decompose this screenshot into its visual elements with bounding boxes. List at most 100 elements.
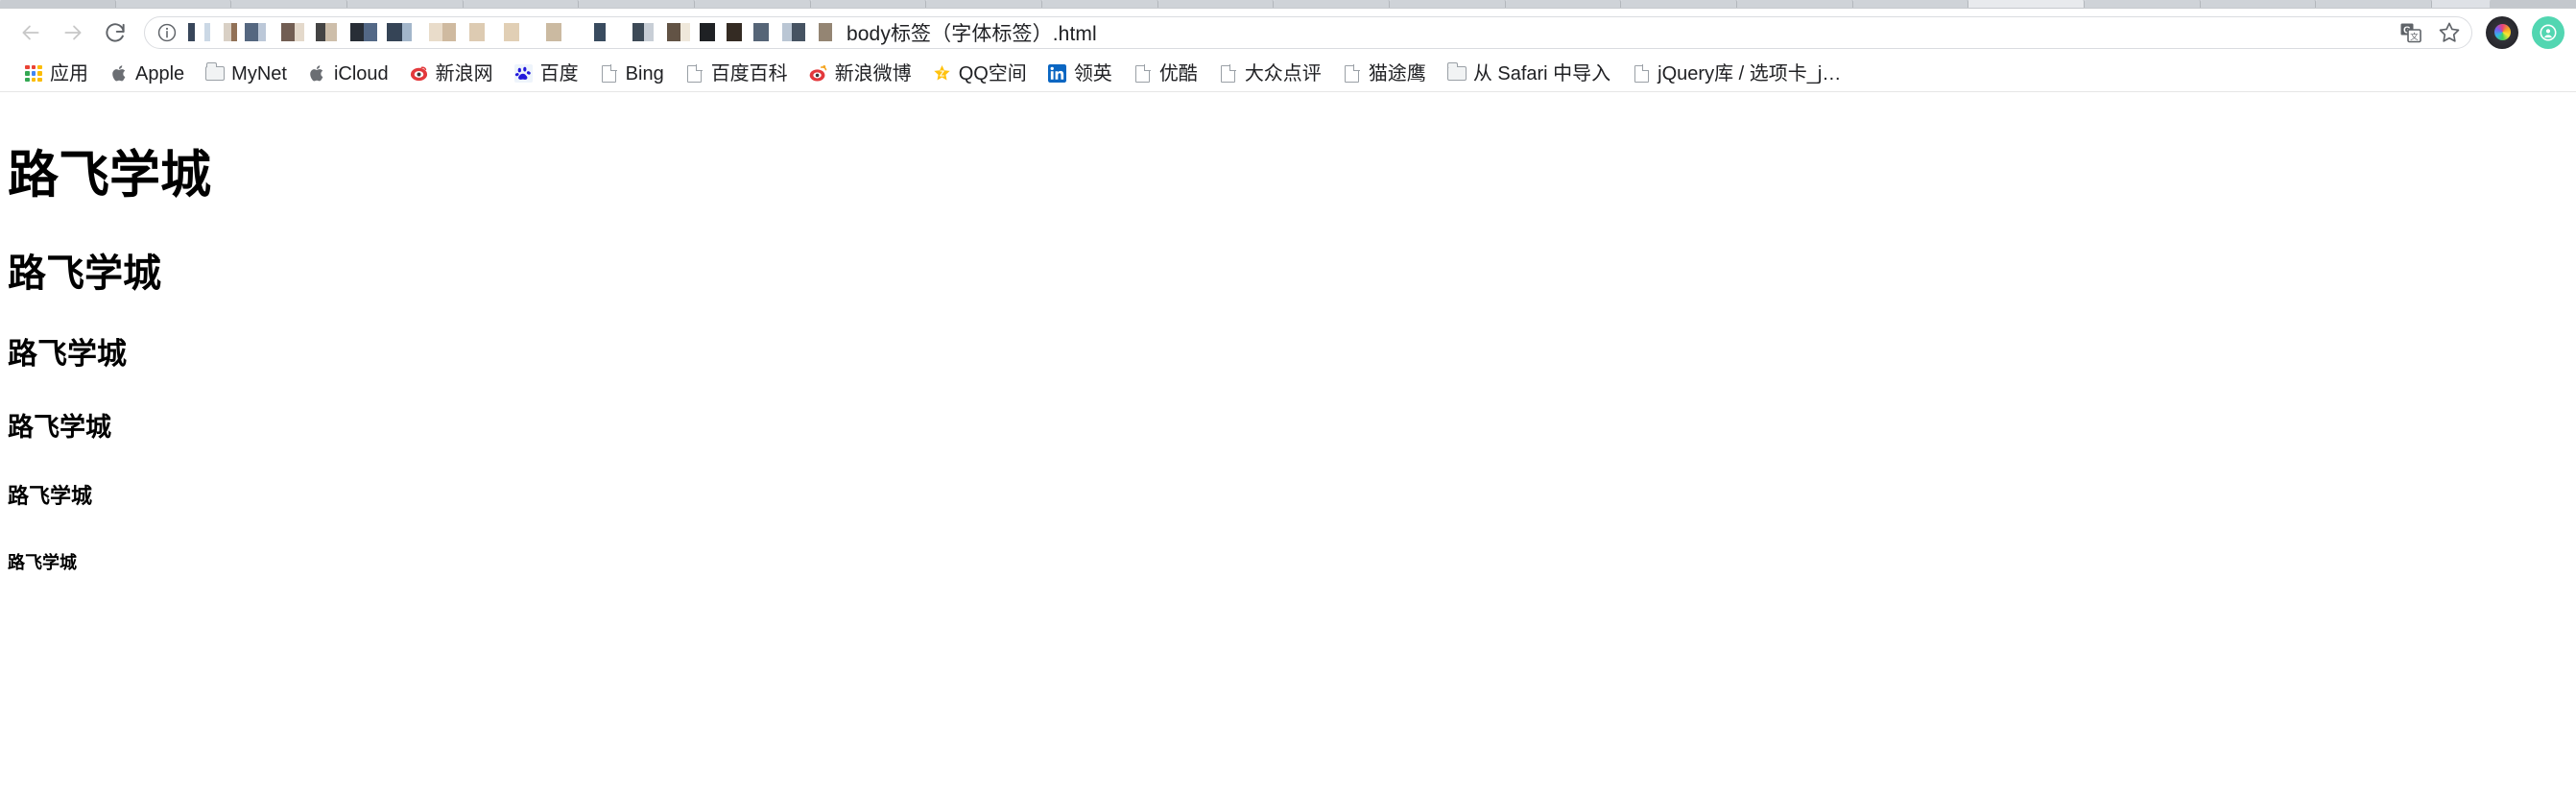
extension-area [2482, 15, 2564, 49]
bookmark-jquery[interactable]: jQuery库 / 选项卡_j… [1621, 60, 1851, 88]
bookmark-star-icon[interactable] [2435, 18, 2464, 47]
url-redacted-segment [181, 23, 844, 41]
bookmark-sina[interactable]: 新浪网 [399, 60, 504, 88]
reload-icon [106, 22, 125, 42]
bookmark-icloud[interactable]: iCloud [298, 60, 399, 88]
bookmark-folder-safari-import[interactable]: 从 Safari 中导入 [1437, 60, 1621, 88]
bookmark-apple[interactable]: Apple [99, 60, 195, 88]
arrow-left-icon [22, 25, 39, 39]
browser-tab[interactable] [0, 0, 116, 8]
bookmark-baike[interactable]: 百度百科 [675, 60, 799, 88]
bookmark-label: 猫途鹰 [1368, 62, 1426, 84]
linkedin-icon [1048, 64, 1067, 84]
bookmark-label: 百度百科 [710, 62, 788, 84]
bookmark-mynet[interactable]: MyNet [195, 60, 298, 88]
browser-tab[interactable] [695, 0, 811, 8]
lens-ring [2493, 24, 2511, 40]
url-visible-segment: body标签（字体标签）.html [847, 22, 1097, 45]
browser-tab[interactable] [926, 0, 1043, 8]
bookmark-label: jQuery库 / 选项卡_j… [1658, 62, 1842, 84]
bookmark-label: 应用 [50, 62, 88, 84]
browser-tab[interactable] [347, 0, 464, 8]
browser-tab[interactable] [1157, 0, 1275, 8]
bookmark-label: 百度 [539, 62, 579, 84]
heading-h3: 路飞学城 [8, 337, 127, 371]
baidu-icon [514, 64, 534, 84]
browser-tab[interactable] [1621, 0, 1738, 8]
svg-text:Z: Z [940, 69, 944, 78]
lens-extension-icon[interactable] [2486, 15, 2518, 49]
reload-button[interactable] [94, 12, 136, 54]
browser-tab-active[interactable] [1968, 0, 2086, 8]
bookmarks-bar: 应用 Apple MyNet iCloud 新浪网 百度 Bing 百度百科 新… [0, 56, 2576, 92]
tab-strip-tail [2490, 0, 2576, 8]
back-button[interactable] [10, 12, 52, 54]
bookmark-label: iCloud [333, 62, 389, 84]
page-icon [1133, 63, 1153, 84]
site-info-icon[interactable] [155, 20, 179, 45]
apps-grid-icon [24, 64, 43, 84]
page-icon [1219, 63, 1238, 84]
bookmark-youku[interactable]: 优酷 [1123, 60, 1208, 88]
browser-tab[interactable] [1852, 0, 1969, 8]
heading-h1: 路飞学城 [8, 147, 211, 204]
forward-button[interactable] [52, 12, 94, 54]
page-viewport: 路飞学城 路飞学城 路飞学城 路飞学城 路飞学城 路飞学城 [0, 92, 2576, 795]
bookmark-bing[interactable]: Bing [589, 60, 675, 88]
browser-tab[interactable] [115, 0, 232, 8]
bookmark-dianping[interactable]: 大众点评 [1208, 60, 1332, 88]
heading-h2: 路飞学城 [8, 253, 161, 295]
address-bar[interactable]: body标签（字体标签）.html G 文 [144, 15, 2472, 49]
bookmark-linkedin[interactable]: 领英 [1038, 60, 1123, 88]
bookmark-apps[interactable]: 应用 [13, 60, 99, 88]
heading-h5: 路飞学城 [8, 484, 93, 508]
folder-icon [1446, 62, 1467, 84]
browser-tab[interactable] [2085, 0, 2201, 8]
browser-tab[interactable] [1505, 0, 1622, 8]
page-icon [1632, 63, 1651, 84]
bookmark-label: Bing [625, 62, 664, 84]
browser-tab[interactable] [2200, 0, 2317, 8]
apple-icon [308, 64, 327, 84]
heading-h4: 路飞学城 [8, 413, 111, 442]
browser-tab[interactable] [1042, 0, 1158, 8]
svg-text:文: 文 [2410, 32, 2419, 41]
bookmark-label: 从 Safari 中导入 [1472, 62, 1611, 84]
sina-icon [410, 64, 429, 84]
browser-toolbar: body标签（字体标签）.html G 文 [0, 9, 2576, 56]
bookmark-qzone[interactable]: Z QQ空间 [922, 60, 1038, 88]
heading-h6: 路飞学城 [8, 553, 77, 572]
bookmark-label: 大众点评 [1244, 62, 1322, 84]
new-tab-button[interactable] [2432, 0, 2491, 8]
bookmark-label: 新浪微博 [834, 62, 912, 84]
page-body: 路飞学城 路飞学城 路飞学城 路飞学城 路飞学城 路飞学城 [0, 92, 2576, 621]
page-icon [600, 63, 619, 84]
bookmark-weibo[interactable]: 新浪微博 [799, 60, 922, 88]
bookmark-tripadvisor[interactable]: 猫途鹰 [1332, 60, 1437, 88]
qzone-star-icon: Z [933, 64, 952, 84]
browser-tab[interactable] [1274, 0, 1391, 8]
translate-icon[interactable]: G 文 [2397, 18, 2425, 47]
tab-strip [0, 0, 2576, 9]
apple-icon [109, 64, 129, 84]
browser-tab[interactable] [810, 0, 927, 8]
browser-window: body标签（字体标签）.html G 文 应用 Apple MyNet iCl… [0, 0, 2576, 795]
profile-avatar[interactable] [2532, 15, 2564, 49]
bookmark-label: QQ空间 [958, 62, 1027, 84]
bookmark-label: 优酷 [1158, 62, 1198, 84]
browser-tab[interactable] [463, 0, 580, 8]
bookmark-baidu[interactable]: 百度 [504, 60, 589, 88]
bookmark-label: 新浪网 [435, 62, 493, 84]
browser-tab[interactable] [2316, 0, 2433, 8]
browser-tab[interactable] [1737, 0, 1853, 8]
weibo-icon [809, 64, 828, 84]
browser-tab[interactable] [231, 0, 348, 8]
folder-icon [205, 62, 226, 84]
browser-tab[interactable] [579, 0, 696, 8]
page-icon [1343, 63, 1362, 84]
url-text[interactable]: body标签（字体标签）.html [181, 18, 2385, 47]
page-icon [685, 63, 704, 84]
browser-tab[interactable] [1390, 0, 1506, 8]
bookmark-label: MyNet [231, 62, 287, 84]
arrow-right-icon [64, 25, 82, 39]
